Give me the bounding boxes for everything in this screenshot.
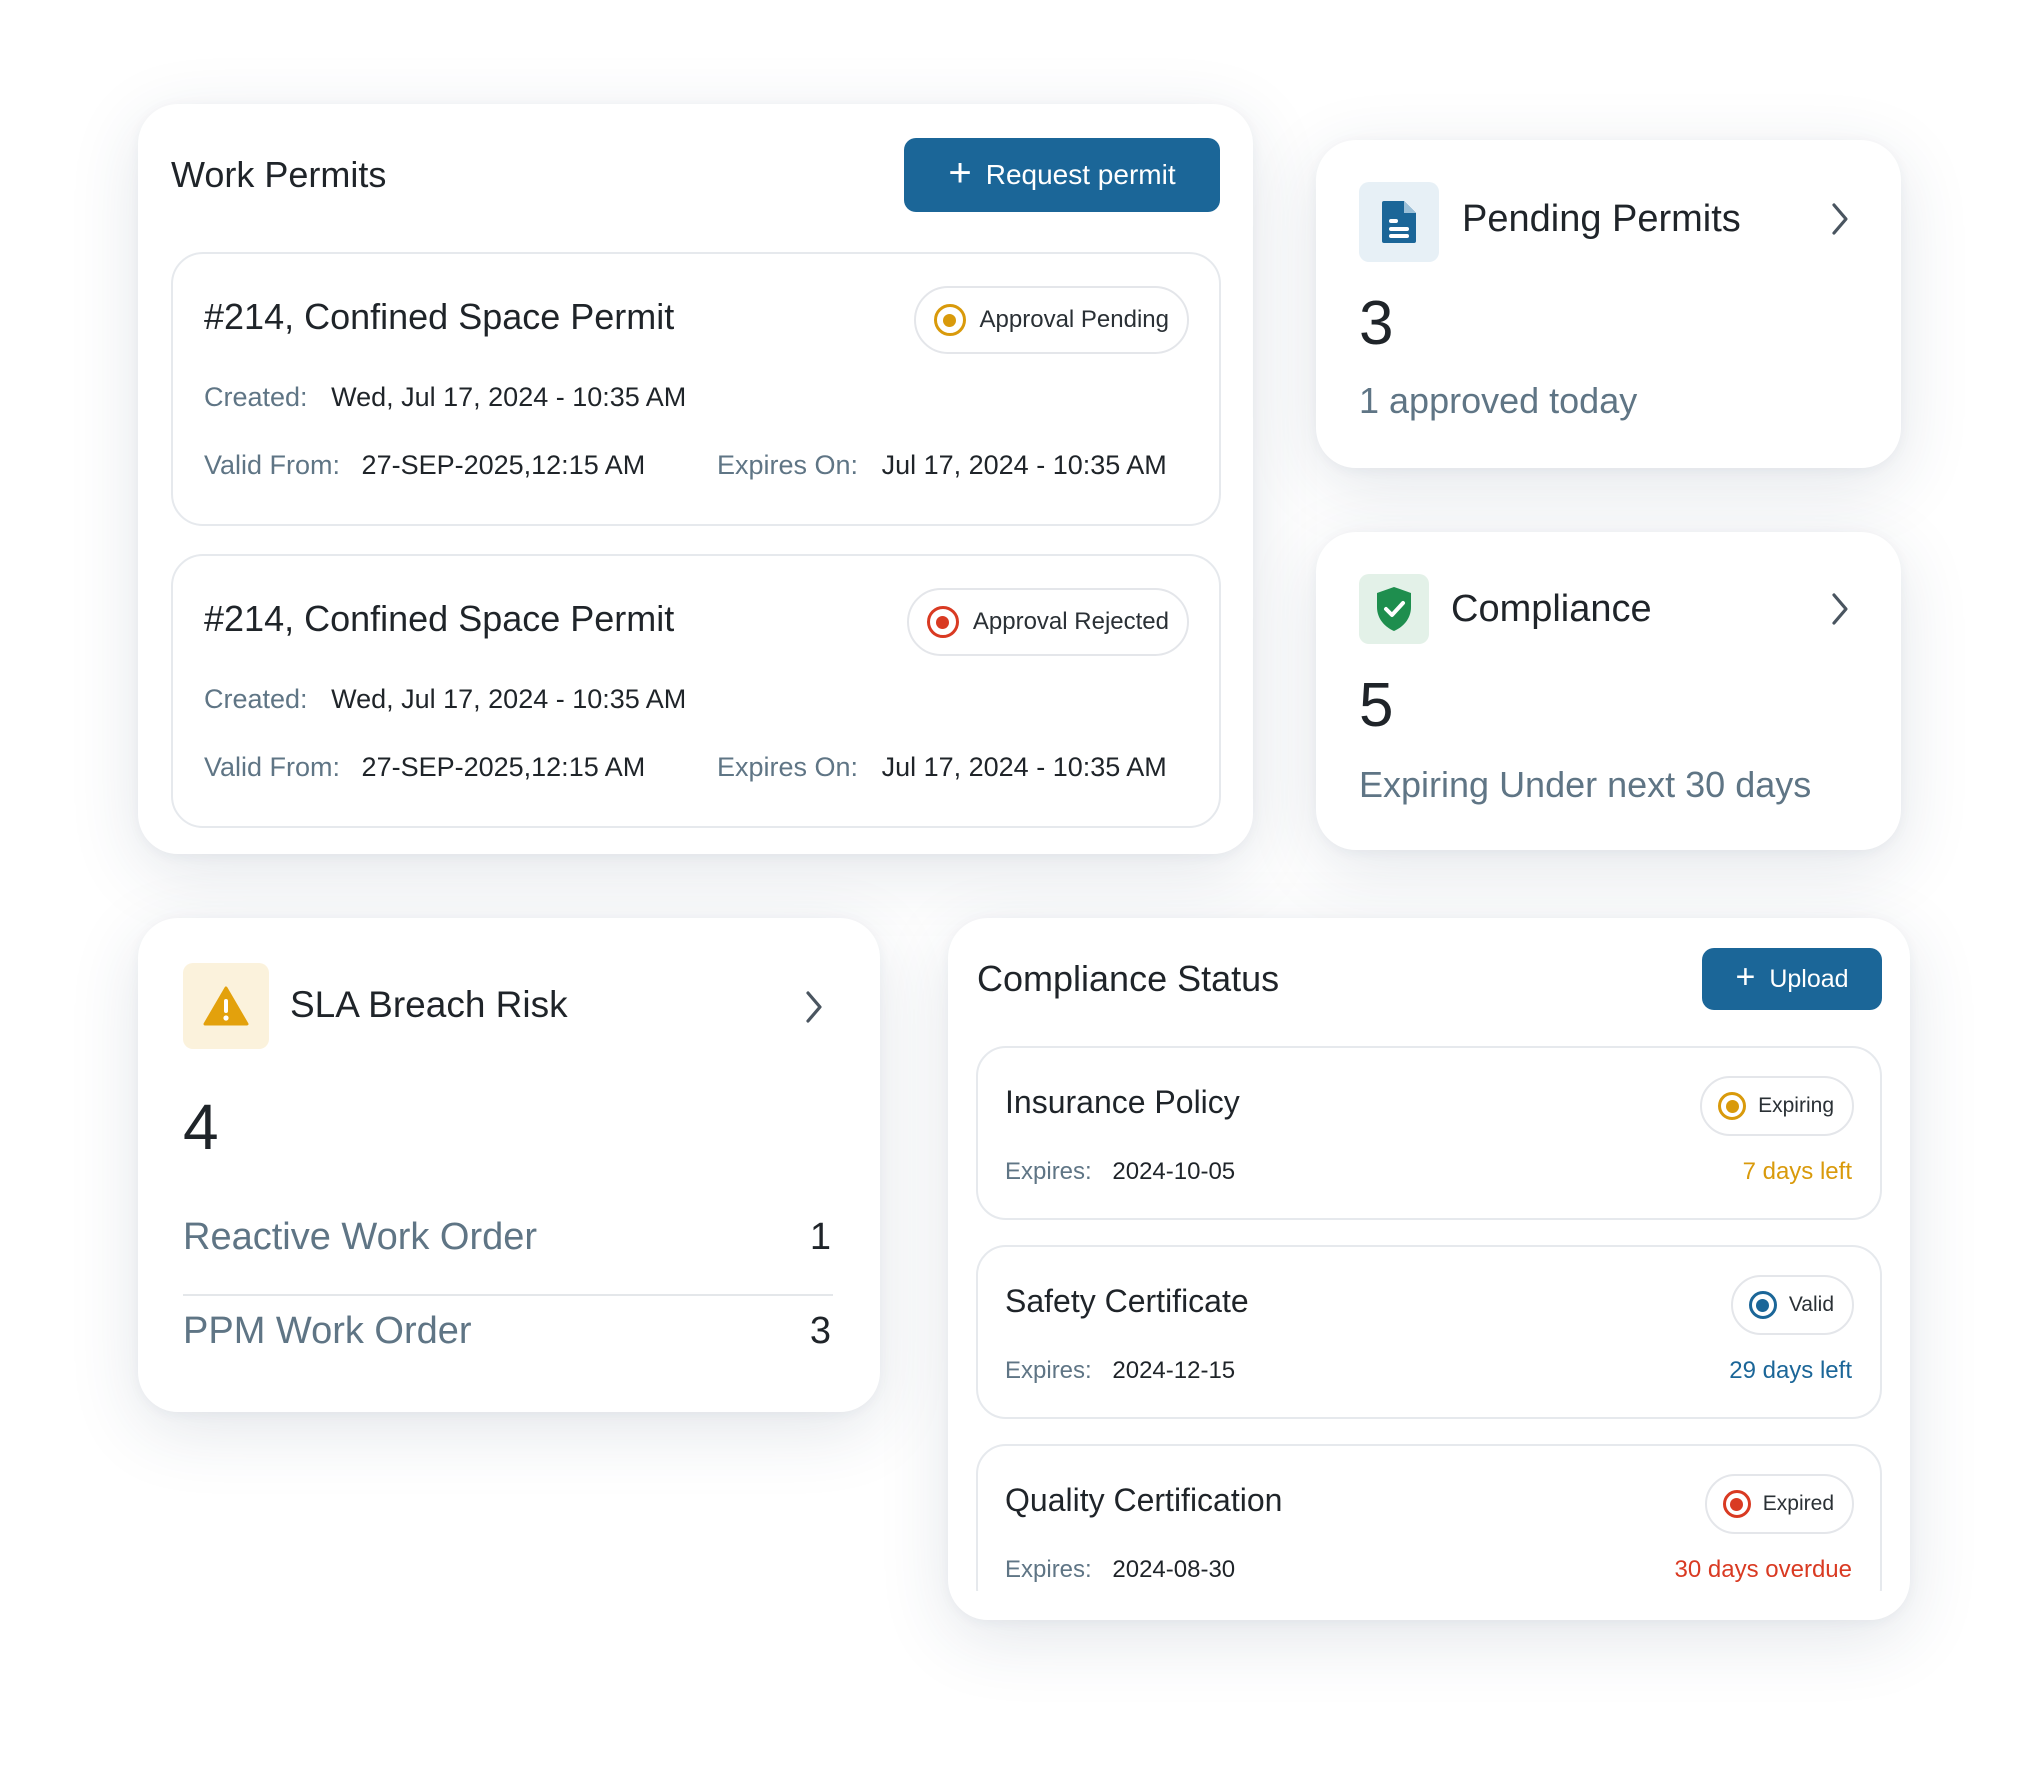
expires-on-label: Expires On:: [717, 450, 859, 480]
document-icon: [1359, 182, 1439, 262]
expires-value: 2024-10-05: [1112, 1158, 1236, 1185]
status-label: Valid: [1788, 1293, 1834, 1316]
permit-title: #214, Confined Space Permit: [204, 296, 675, 337]
compliance-status-card: Compliance Status + Upload Insurance Pol…: [948, 918, 1910, 1620]
created-label: Created:: [204, 382, 308, 412]
compliance-item[interactable]: Quality Certification Expired Expires: 2…: [976, 1444, 1882, 1591]
sla-count: 4: [183, 1091, 219, 1163]
pending-permits-card[interactable]: Pending Permits 3 1 approved today: [1316, 140, 1901, 468]
permit-card[interactable]: #214, Confined Space Permit Approval Rej…: [171, 554, 1221, 828]
status-expiring-icon: [1718, 1092, 1747, 1120]
valid-from-label: Valid From:: [204, 752, 341, 782]
compliance-item[interactable]: Insurance Policy Expiring Expires: 2024-…: [976, 1046, 1882, 1220]
compliance-count: 5: [1359, 671, 1394, 740]
plus-icon: +: [1735, 958, 1756, 996]
permit-card[interactable]: #214, Confined Space Permit Approval Pen…: [171, 252, 1221, 526]
valid-from-row: Valid From: 27-SEP-2025,12:15 AM: [204, 450, 645, 481]
chevron-right-icon[interactable]: [1830, 202, 1850, 241]
days-note: 7 days left: [1742, 1158, 1852, 1185]
expires-value: 2024-08-30: [1112, 1556, 1236, 1583]
pending-permits-count: 3: [1359, 289, 1394, 358]
expires-label: Expires:: [1005, 1357, 1092, 1384]
status-pending-icon: [933, 304, 966, 336]
created-row: Created: Wed, Jul 17, 2024 - 10:35 AM: [204, 382, 686, 413]
compliance-title: Compliance: [1451, 588, 1652, 630]
pending-permits-subtitle: 1 approved today: [1359, 380, 1638, 421]
status-expired-icon: [1722, 1490, 1751, 1518]
valid-from-value: 27-SEP-2025,12:15 AM: [361, 752, 646, 782]
valid-from-value: 27-SEP-2025,12:15 AM: [361, 450, 646, 480]
status-badge: Approval Pending: [913, 286, 1189, 354]
item-name: Insurance Policy: [1005, 1084, 1240, 1120]
permit-title: #214, Confined Space Permit: [204, 598, 675, 639]
request-permit-button[interactable]: + Request permit: [904, 138, 1220, 212]
valid-from-label: Valid From:: [204, 450, 341, 480]
chevron-right-icon[interactable]: [804, 990, 824, 1029]
warning-icon: [183, 963, 269, 1049]
shield-check-icon: [1359, 574, 1429, 644]
status-label: Expiring: [1758, 1094, 1834, 1117]
reactive-work-order-row[interactable]: Reactive Work Order 1: [183, 1208, 833, 1296]
row-label: Reactive Work Order: [183, 1216, 538, 1258]
work-permits-title: Work Permits: [171, 154, 387, 195]
days-note: 30 days overdue: [1674, 1556, 1852, 1583]
expires-row: Expires: 2024-10-05: [1005, 1158, 1235, 1186]
status-label: Approval Pending: [979, 306, 1169, 333]
row-label: PPM Work Order: [183, 1310, 472, 1352]
expires-on-label: Expires On:: [717, 752, 859, 782]
expires-on-row: Expires On: Jul 17, 2024 - 10:35 AM: [717, 450, 1167, 481]
plus-icon: +: [948, 151, 972, 195]
compliance-status-title: Compliance Status: [977, 958, 1280, 999]
created-value: Wed, Jul 17, 2024 - 10:35 AM: [331, 684, 687, 714]
expires-label: Expires:: [1005, 1158, 1092, 1185]
status-badge: Approval Rejected: [906, 588, 1189, 656]
expires-value: 2024-12-15: [1112, 1357, 1236, 1384]
row-value: 1: [809, 1216, 831, 1258]
expires-label: Expires:: [1005, 1556, 1092, 1583]
row-value: 3: [809, 1310, 831, 1352]
days-note: 29 days left: [1729, 1357, 1852, 1384]
status-valid-icon: [1748, 1291, 1777, 1319]
status-badge: Expired: [1704, 1474, 1854, 1534]
status-rejected-icon: [926, 606, 959, 638]
sla-title: SLA Breach Risk: [290, 984, 568, 1025]
work-permits-card: Work Permits + Request permit #214, Conf…: [138, 104, 1253, 854]
status-label: Approval Rejected: [972, 608, 1169, 635]
upload-label: Upload: [1769, 964, 1849, 993]
chevron-right-icon[interactable]: [1830, 592, 1850, 631]
item-name: Safety Certificate: [1005, 1283, 1249, 1319]
expires-row: Expires: 2024-12-15: [1005, 1357, 1235, 1385]
created-value: Wed, Jul 17, 2024 - 10:35 AM: [331, 382, 687, 412]
compliance-card[interactable]: Compliance 5 Expiring Under next 30 days: [1316, 532, 1901, 850]
status-badge: Valid: [1730, 1275, 1854, 1335]
status-badge: Expiring: [1700, 1076, 1854, 1136]
expires-row: Expires: 2024-08-30: [1005, 1556, 1235, 1584]
created-row: Created: Wed, Jul 17, 2024 - 10:35 AM: [204, 684, 686, 715]
request-permit-label: Request permit: [985, 159, 1176, 190]
upload-button[interactable]: + Upload: [1702, 948, 1882, 1010]
expires-on-value: Jul 17, 2024 - 10:35 AM: [881, 450, 1167, 480]
status-label: Expired: [1762, 1492, 1834, 1515]
valid-from-row: Valid From: 27-SEP-2025,12:15 AM: [204, 752, 645, 783]
compliance-item[interactable]: Safety Certificate Valid Expires: 2024-1…: [976, 1245, 1882, 1419]
created-label: Created:: [204, 684, 308, 714]
compliance-subtitle: Expiring Under next 30 days: [1359, 764, 1812, 805]
sla-breach-risk-card[interactable]: SLA Breach Risk 4 Reactive Work Order 1 …: [138, 918, 880, 1412]
expires-on-row: Expires On: Jul 17, 2024 - 10:35 AM: [717, 752, 1167, 783]
expires-on-value: Jul 17, 2024 - 10:35 AM: [881, 752, 1167, 782]
ppm-work-order-row[interactable]: PPM Work Order 3: [183, 1302, 833, 1382]
pending-permits-title: Pending Permits: [1462, 198, 1741, 240]
item-name: Quality Certification: [1005, 1482, 1283, 1518]
compliance-list: Insurance Policy Expiring Expires: 2024-…: [976, 1046, 1882, 1591]
